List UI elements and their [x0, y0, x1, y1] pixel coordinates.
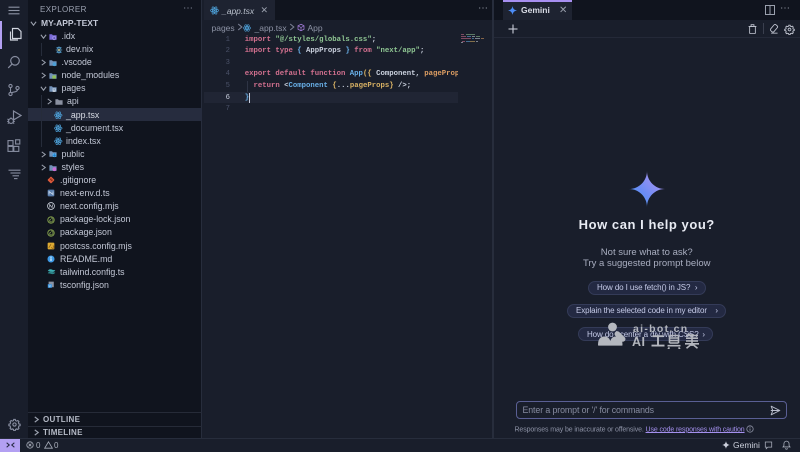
svg-text:AI: AI: [632, 335, 646, 349]
svg-text:ai-bot.cn: ai-bot.cn: [633, 323, 688, 335]
